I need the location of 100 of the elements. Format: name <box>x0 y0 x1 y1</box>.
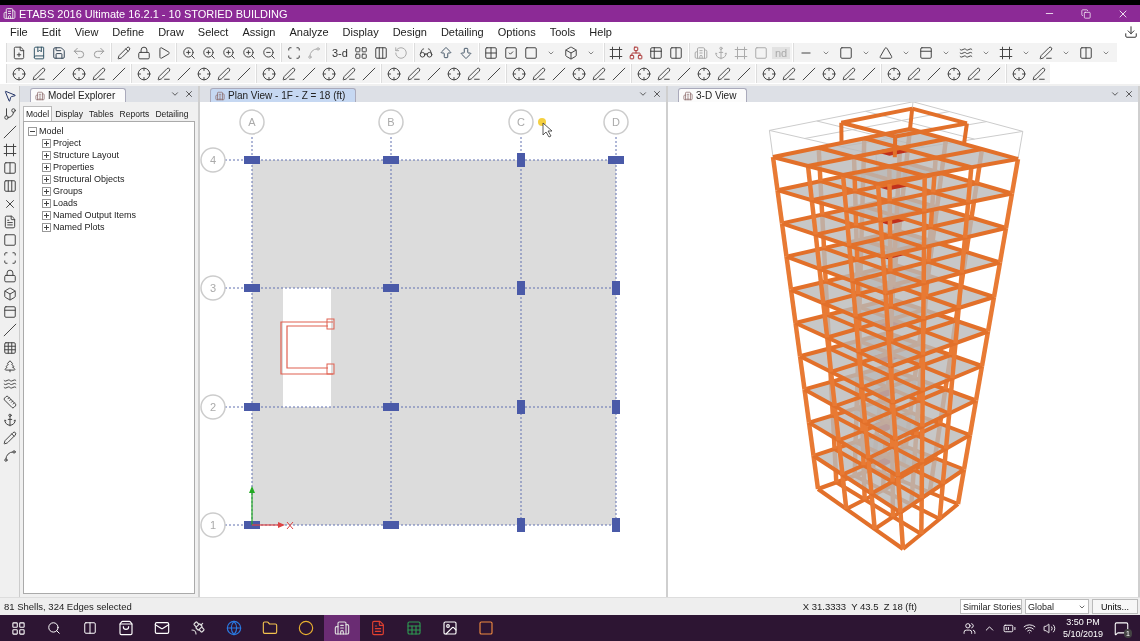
wifi-icon[interactable] <box>1022 621 1036 635</box>
book-icon[interactable] <box>31 45 46 60</box>
tree-item[interactable]: Named Plots <box>53 222 105 232</box>
anchor-icon[interactable] <box>2 413 17 427</box>
story-dropdown[interactable]: Similar Stories <box>960 599 1022 614</box>
people-icon[interactable] <box>962 621 976 635</box>
menu-item[interactable]: Design <box>385 26 434 38</box>
waves-icon[interactable] <box>2 377 17 391</box>
menu-item[interactable]: Tools <box>542 26 583 38</box>
dropdown-icon[interactable] <box>638 89 648 99</box>
view-mode-button[interactable]: 3-d <box>329 46 351 59</box>
tree-item[interactable]: Structure Layout <box>53 150 120 160</box>
tree-item[interactable]: Model <box>39 126 64 136</box>
crosshair-icon[interactable] <box>71 66 86 81</box>
pen-icon[interactable] <box>781 66 796 81</box>
close-icon[interactable] <box>1124 89 1134 99</box>
panel-icon[interactable] <box>918 45 933 60</box>
expand-icon[interactable] <box>42 162 51 172</box>
pen-icon[interactable] <box>591 66 606 81</box>
slash-icon[interactable] <box>801 66 816 81</box>
network-icon[interactable] <box>629 45 644 60</box>
cube-icon[interactable] <box>564 45 579 60</box>
menu-item[interactable]: Edit <box>34 26 68 38</box>
crosshair-icon[interactable] <box>511 66 526 81</box>
zoom-in-icon[interactable] <box>241 45 256 60</box>
menu-item[interactable]: Display <box>335 26 386 38</box>
slash-icon[interactable] <box>486 66 501 81</box>
crosshair-icon[interactable] <box>386 66 401 81</box>
pen-icon[interactable] <box>1038 45 1053 60</box>
frame-icon[interactable] <box>609 45 624 60</box>
pen-icon[interactable] <box>531 66 546 81</box>
pen-icon[interactable] <box>716 66 731 81</box>
tree-item[interactable]: Structural Objects <box>53 174 125 184</box>
crosshair-icon[interactable] <box>1011 66 1026 81</box>
menu-item[interactable]: View <box>67 26 106 38</box>
scan-frame-icon[interactable] <box>286 45 301 60</box>
slash-icon[interactable] <box>176 66 191 81</box>
pen-icon[interactable] <box>406 66 421 81</box>
collapse-icon[interactable] <box>28 126 37 136</box>
crosshair-icon[interactable] <box>11 66 26 81</box>
square-icon[interactable] <box>2 233 17 247</box>
panel-tab[interactable]: Model Explorer <box>30 88 127 102</box>
tab[interactable]: Model <box>23 106 53 121</box>
task-view-icon[interactable] <box>83 621 97 635</box>
units-button[interactable]: Units... <box>1092 599 1138 614</box>
pen-icon[interactable] <box>1031 66 1046 81</box>
pen-icon[interactable] <box>216 66 231 81</box>
zoom-in-icon[interactable] <box>181 45 196 60</box>
menu-item[interactable]: Assign <box>235 26 283 38</box>
crosshair-icon[interactable] <box>136 66 151 81</box>
expand-icon[interactable] <box>42 186 51 196</box>
slash-icon[interactable] <box>301 66 316 81</box>
expand-icon[interactable] <box>42 138 51 148</box>
crosshair-icon[interactable] <box>821 66 836 81</box>
branch-icon[interactable] <box>2 107 17 121</box>
slash-icon[interactable] <box>861 66 876 81</box>
tree-item[interactable]: Loads <box>53 198 78 208</box>
pen-icon[interactable] <box>91 66 106 81</box>
close-icon[interactable] <box>184 89 194 99</box>
coordinate-system-dropdown[interactable]: Global <box>1025 599 1089 614</box>
cube-icon[interactable] <box>2 287 17 301</box>
columns-icon[interactable] <box>1078 45 1093 60</box>
pen-icon[interactable] <box>966 66 981 81</box>
crosshair-icon[interactable] <box>696 66 711 81</box>
tree-item[interactable]: Named Output Items <box>53 210 137 220</box>
expand-icon[interactable] <box>42 198 51 208</box>
crosshair-icon[interactable] <box>886 66 901 81</box>
zoom-in-icon[interactable] <box>221 45 236 60</box>
slash-icon[interactable] <box>426 66 441 81</box>
dropdown-icon[interactable] <box>1110 89 1120 99</box>
line-icon[interactable] <box>2 323 17 337</box>
panel-icon[interactable] <box>2 305 17 319</box>
slash-icon[interactable] <box>736 66 751 81</box>
crosshair-icon[interactable] <box>946 66 961 81</box>
crosshair-icon[interactable] <box>761 66 776 81</box>
taskbar-app[interactable] <box>324 615 360 641</box>
glasses-icon[interactable] <box>419 45 434 60</box>
crosshair-icon[interactable] <box>321 66 336 81</box>
play-icon[interactable] <box>156 45 171 60</box>
table-icon[interactable] <box>649 45 664 60</box>
slash-icon[interactable] <box>51 66 66 81</box>
slash-icon[interactable] <box>676 66 691 81</box>
pen-icon[interactable] <box>156 66 171 81</box>
columns-icon[interactable] <box>2 179 17 193</box>
volume-icon[interactable] <box>1042 621 1056 635</box>
menu-item[interactable]: Select <box>190 26 236 38</box>
triangle-icon[interactable] <box>878 45 893 60</box>
pen-icon[interactable] <box>466 66 481 81</box>
windows-logo-icon[interactable] <box>10 620 26 636</box>
expand-icon[interactable] <box>42 174 51 184</box>
page-icon[interactable] <box>2 215 17 229</box>
lock-icon[interactable] <box>136 45 151 60</box>
download-icon[interactable] <box>1123 25 1138 39</box>
arrow-down-icon[interactable] <box>459 45 474 60</box>
grid-icon[interactable] <box>354 45 369 60</box>
tree-item[interactable]: Properties <box>53 162 95 172</box>
zoom-out-icon[interactable] <box>261 45 276 60</box>
columns-icon[interactable] <box>2 161 17 175</box>
frame-icon[interactable] <box>998 45 1013 60</box>
menu-item[interactable]: Draw <box>151 26 191 38</box>
